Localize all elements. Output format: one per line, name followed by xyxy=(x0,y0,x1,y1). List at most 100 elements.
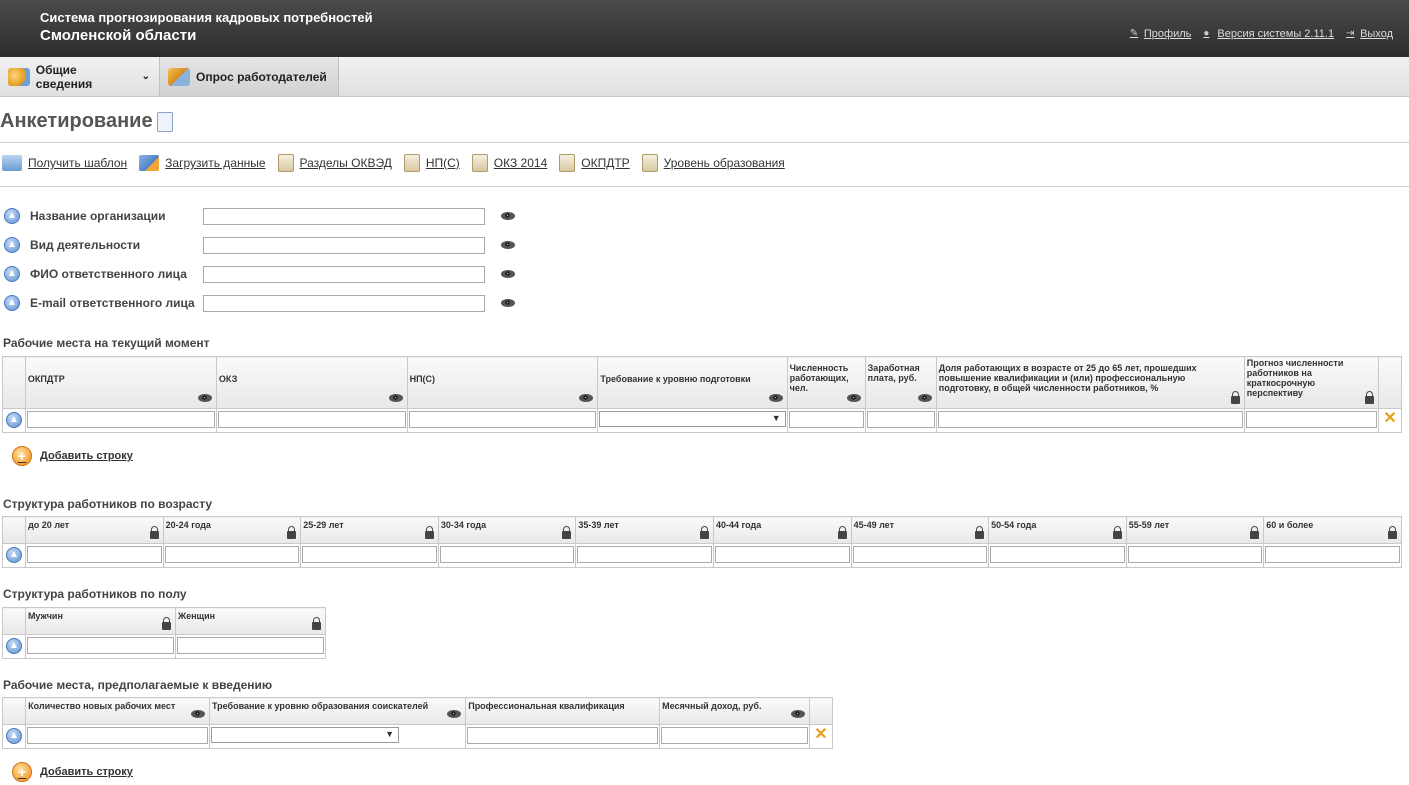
gender-structure-table: Мужчин Женщин ▲ xyxy=(2,607,327,659)
profile-label: Профиль xyxy=(1143,28,1192,40)
expand-icon[interactable]: ▲ xyxy=(4,237,20,253)
age-input[interactable] xyxy=(164,546,300,563)
eye-icon[interactable] xyxy=(917,394,932,402)
lock-icon xyxy=(699,526,709,539)
expand-icon[interactable]: ▲ xyxy=(4,208,20,224)
activity-input[interactable] xyxy=(203,237,485,254)
expand-icon[interactable]: ▲ xyxy=(6,728,23,744)
age-label: 35-39 лет xyxy=(578,520,619,530)
header-qualification: Профессиональная квалификация xyxy=(465,697,661,725)
eye-icon[interactable] xyxy=(501,241,515,249)
expand-icon[interactable]: ▲ xyxy=(4,295,20,311)
lock-icon xyxy=(1388,526,1397,539)
header-nps-label: НП(С) xyxy=(409,374,436,384)
chevron-down-icon: ⌄ xyxy=(141,71,150,82)
header-salary: Заработная плата, руб. xyxy=(864,356,937,409)
eye-icon[interactable] xyxy=(790,710,805,718)
qualification-input[interactable] xyxy=(467,727,659,744)
header-forecast: Прогноз численности работников на кратко… xyxy=(1243,356,1380,409)
delete-row-icon[interactable]: ✕ xyxy=(810,725,832,745)
eye-icon[interactable] xyxy=(501,212,515,220)
okz-link[interactable]: ОКЗ 2014 xyxy=(471,154,547,172)
profile-link[interactable]: ✎ Профиль xyxy=(1130,28,1192,40)
expand-icon[interactable]: ▲ xyxy=(5,638,22,654)
add-row-button[interactable]: + Добавить строку xyxy=(12,762,133,782)
age-input[interactable] xyxy=(1265,546,1400,563)
eye-icon[interactable] xyxy=(190,710,205,718)
women-input[interactable] xyxy=(176,637,324,654)
eye-icon[interactable] xyxy=(388,394,403,402)
cell-headcount xyxy=(786,408,866,433)
edu-req-select[interactable]: ▼ xyxy=(210,727,399,743)
salary-input[interactable] xyxy=(866,411,935,428)
age-label: до 20 лет xyxy=(28,520,70,530)
expand-icon[interactable]: ▲ xyxy=(4,266,20,282)
menu-general[interactable]: Общие сведения ⌄ xyxy=(0,57,158,96)
age-input[interactable] xyxy=(852,546,988,563)
training-share-input[interactable] xyxy=(937,411,1243,428)
eye-icon[interactable] xyxy=(846,394,861,402)
version-link[interactable]: ● Версия системы 2.11.1 xyxy=(1203,28,1334,40)
responsible-name-label: ФИО ответственного лица xyxy=(30,267,187,281)
menu-survey[interactable]: Опрос работодателей xyxy=(159,57,339,96)
add-row-button[interactable]: + Добавить строку xyxy=(12,446,133,466)
upload-data-label: Загрузить данные xyxy=(165,156,266,170)
expand-icon[interactable]: ▲ xyxy=(5,412,22,428)
age-input[interactable] xyxy=(27,546,162,563)
training-req-select[interactable]: ▼ xyxy=(599,411,786,427)
org-name-input[interactable] xyxy=(203,208,485,225)
logout-link[interactable]: ⇥ Выход xyxy=(1346,28,1393,40)
nps-input[interactable] xyxy=(408,411,597,428)
cell-age xyxy=(988,543,1127,568)
okpdtr-input[interactable] xyxy=(26,411,215,428)
women-label: Женщин xyxy=(177,611,216,621)
word-doc-icon[interactable] xyxy=(156,111,173,132)
men-input[interactable] xyxy=(26,637,174,654)
nps-link[interactable]: НП(С) xyxy=(403,154,460,172)
responsible-name-input[interactable] xyxy=(203,266,485,283)
header-women: Женщин xyxy=(174,607,327,635)
current-jobs-table: ОКПДТР ОКЗ НП(С) Требование к уровню под… xyxy=(2,356,1402,433)
header-age-8: 55-59 лет xyxy=(1125,516,1265,544)
responsible-email-input[interactable] xyxy=(203,295,485,312)
get-template-link[interactable]: Получить шаблон xyxy=(2,154,127,172)
menu-general-label: Общие сведения xyxy=(35,62,93,91)
header-age-2: 25-29 лет xyxy=(300,516,439,544)
age-input[interactable] xyxy=(714,546,850,563)
header-age-7: 50-54 года xyxy=(988,516,1127,544)
okpdtr-link[interactable]: ОКПДТР xyxy=(559,154,630,172)
list-doc-icon xyxy=(277,154,294,172)
new-jobs-input[interactable] xyxy=(27,727,208,744)
edu-level-link[interactable]: Уровень образования xyxy=(641,154,785,172)
age-input[interactable] xyxy=(302,546,437,563)
eye-icon[interactable] xyxy=(501,270,515,278)
users-icon xyxy=(8,67,30,86)
income-input[interactable] xyxy=(661,727,808,744)
headcount-input[interactable] xyxy=(788,411,864,428)
okz-input[interactable] xyxy=(217,411,406,428)
okved-link[interactable]: Разделы ОКВЭД xyxy=(277,154,392,172)
okpdtr-label: ОКПДТР xyxy=(581,156,630,170)
form-row-responsible: ▲ ФИО ответственного лица xyxy=(4,264,205,284)
header-men: Мужчин xyxy=(24,607,176,635)
add-row-label: Добавить строку xyxy=(40,450,133,462)
activity-label: Вид деятельности xyxy=(30,238,141,252)
age-input[interactable] xyxy=(1127,546,1263,563)
header-age-0: до 20 лет xyxy=(25,516,164,544)
eye-icon[interactable] xyxy=(768,394,783,402)
eye-icon[interactable] xyxy=(501,299,515,307)
age-input[interactable] xyxy=(990,546,1125,563)
upload-data-link[interactable]: Загрузить данные xyxy=(139,154,266,172)
expand-icon[interactable]: ▲ xyxy=(6,547,23,563)
delete-row-icon[interactable]: ✕ xyxy=(1379,409,1401,429)
age-input[interactable] xyxy=(439,546,575,563)
row-control: ▲ xyxy=(2,408,26,433)
eye-icon[interactable] xyxy=(447,710,462,718)
age-input[interactable] xyxy=(577,546,712,563)
eye-icon[interactable] xyxy=(579,394,594,402)
eye-icon[interactable] xyxy=(197,394,212,402)
dropdown-arrow-icon: ▼ xyxy=(771,413,781,423)
forecast-input[interactable] xyxy=(1245,411,1378,428)
row-control-header xyxy=(2,607,26,635)
row-control-header xyxy=(2,356,26,409)
